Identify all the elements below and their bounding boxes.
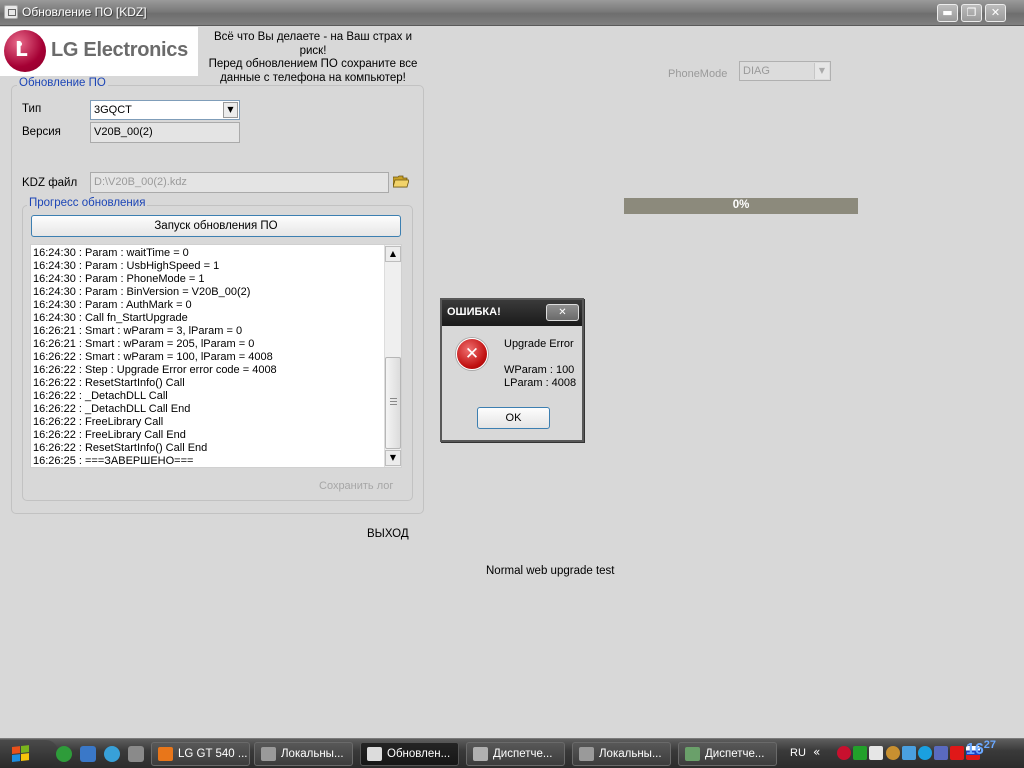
log-line: 16:26:22 : ResetStartInfo() Call: [33, 377, 185, 389]
refresh-icon[interactable]: [104, 746, 120, 762]
windows-logo-icon: [12, 745, 30, 763]
usb-icon[interactable]: [869, 746, 883, 760]
exit-button[interactable]: ВЫХОД: [367, 528, 409, 540]
log-line: 16:24:30 : Param : PhoneMode = 1: [33, 273, 205, 285]
type-select[interactable]: 3GQCT ▼: [90, 100, 240, 120]
phonemode-label: PhoneMode: [668, 68, 728, 80]
kdz-file-field: D:\V20B_00(2).kdz: [90, 172, 389, 193]
network-icon[interactable]: [853, 746, 867, 760]
progress-bar: 0%: [624, 198, 858, 214]
log-lines: 16:24:30 : Param : waitTime = 0 16:24:30 …: [33, 247, 385, 467]
error-dialog: ОШИБКА! ✕ ✕ Upgrade Error WParam : 100 L…: [440, 298, 584, 442]
dialog-title: ОШИБКА!: [447, 306, 501, 318]
tray-app-icon[interactable]: [902, 746, 916, 760]
kdz-file-label: KDZ файл: [22, 177, 78, 189]
taskbar-button-label: LG GT 540 ...: [178, 748, 248, 760]
device-icon[interactable]: [80, 746, 96, 762]
log-line: 16:26:22 : FreeLibrary Call End: [33, 429, 186, 441]
update-group-legend: Обновление ПО: [17, 77, 108, 89]
taskbar-button[interactable]: Локальны...: [572, 742, 671, 766]
chevron-down-icon[interactable]: ▼: [223, 102, 238, 118]
dialog-close-button[interactable]: ✕: [546, 304, 579, 321]
log-listbox[interactable]: 16:24:30 : Param : waitTime = 0 16:24:30 …: [30, 244, 402, 468]
log-scrollbar[interactable]: ▲ ▼: [384, 245, 401, 467]
wparam-text: WParam : 100: [504, 364, 575, 376]
lg-logo-text: LG Electronics: [51, 39, 188, 61]
window-title-bar[interactable]: Обновление ПО [KDZ] ▬ ❐ ✕: [0, 0, 1024, 26]
log-line: 16:24:30 : Call fn_StartUpgrade: [33, 312, 188, 324]
taskbar-button[interactable]: Диспетче...: [466, 742, 565, 766]
progress-group-legend: Прогресс обновления: [27, 197, 148, 209]
log-line: 16:24:30 : Param : UsbHighSpeed = 1: [33, 260, 220, 272]
tray-app-icon[interactable]: [934, 746, 948, 760]
tray-app-icon[interactable]: [886, 746, 900, 760]
error-icon: ✕: [456, 338, 488, 370]
log-line: 16:26:21 : Smart : wParam = 3, lParam = …: [33, 325, 243, 337]
window-title: Обновление ПО [KDZ]: [22, 5, 147, 19]
scroll-up-icon[interactable]: ▲: [385, 246, 401, 262]
firefox-icon: [158, 747, 173, 761]
clock[interactable]: 1627: [966, 739, 996, 759]
phonemode-select[interactable]: DIAG ▼: [739, 61, 831, 81]
taskbar-button[interactable]: Обновлен...: [360, 742, 459, 766]
device-manager-icon: [473, 747, 488, 761]
open-folder-icon[interactable]: [393, 175, 409, 188]
save-log-button[interactable]: Сохранить лог: [319, 480, 393, 492]
taskbar-button-label: Диспетче...: [705, 748, 765, 760]
log-line: 16:24:30 : Param : waitTime = 0: [33, 247, 189, 259]
progress-text: 0%: [732, 199, 750, 211]
maximize-button[interactable]: ❐: [961, 4, 982, 22]
log-line: 16:26:22 : ResetStartInfo() Call End: [33, 442, 208, 454]
ok-button[interactable]: OK: [477, 407, 550, 429]
taskbar-button-label: Диспетче...: [493, 748, 553, 760]
scroll-down-icon[interactable]: ▼: [385, 450, 401, 466]
quicklaunch-more-icon[interactable]: [128, 746, 144, 762]
app-window-icon: [4, 5, 18, 19]
lg-logo-icon: L: [4, 30, 46, 72]
log-line: 16:26:22 : Step : Upgrade Error error co…: [33, 364, 277, 376]
tray-expand-icon[interactable]: «: [813, 745, 820, 759]
lg-tray-icon[interactable]: [837, 746, 851, 760]
log-line: 16:26:25 : ===ЗАВЕРШЕНО===: [33, 455, 194, 467]
skype-icon[interactable]: [918, 746, 932, 760]
log-line: 16:24:30 : Param : AuthMark = 0: [33, 299, 192, 311]
warning-text: Всё что Вы делаете - на Ваш страх и риск…: [208, 31, 418, 84]
minimize-button[interactable]: ▬: [937, 4, 958, 22]
log-line: 16:24:30 : Param : BinVersion = V20B_00(…: [33, 286, 251, 298]
status-text: Normal web upgrade test: [486, 565, 615, 577]
taskbar-button[interactable]: LG GT 540 ...: [151, 742, 250, 766]
log-line: 16:26:22 : Smart : wParam = 100, lParam …: [33, 351, 273, 363]
error-message: Upgrade Error: [504, 338, 574, 350]
taskbar-button[interactable]: Диспетче...: [678, 742, 777, 766]
taskbar-button[interactable]: Локальны...: [254, 742, 353, 766]
scroll-thumb[interactable]: [385, 357, 401, 449]
taskbar-button-label: Локальны...: [599, 748, 662, 760]
log-line: 16:26:22 : _DetachDLL Call End: [33, 403, 191, 415]
version-field: V20B_00(2): [90, 122, 240, 143]
taskbar-button-label: Локальны...: [281, 748, 344, 760]
antivirus-icon[interactable]: [950, 746, 964, 760]
log-line: 16:26:21 : Smart : wParam = 205, lParam …: [33, 338, 255, 350]
drive-icon: [579, 747, 594, 761]
chevron-down-icon[interactable]: ▼: [814, 63, 829, 79]
app-window-icon: [367, 747, 382, 761]
close-button[interactable]: ✕: [985, 4, 1006, 22]
log-line: 16:26:22 : _DetachDLL Call: [33, 390, 168, 402]
log-line: 16:26:22 : FreeLibrary Call: [33, 416, 164, 428]
dialog-title-bar[interactable]: ОШИБКА! ✕: [442, 300, 582, 326]
drive-icon: [261, 747, 276, 761]
taskbar-button-label: Обновлен...: [387, 748, 451, 760]
lg-logo: L LG Electronics: [0, 27, 198, 76]
lparam-text: LParam : 4008: [504, 377, 577, 389]
type-label: Тип: [22, 103, 42, 115]
utorrent-icon[interactable]: [56, 746, 72, 762]
language-indicator[interactable]: RU: [790, 747, 806, 759]
taskbar: LG GT 540 ... Локальны... Обновлен... Диспе…: [0, 738, 1024, 768]
start-button[interactable]: [0, 740, 58, 768]
start-upgrade-button[interactable]: Запуск обновления ПО: [31, 215, 401, 237]
task-manager-icon: [685, 747, 700, 761]
version-label: Версия: [22, 126, 61, 138]
